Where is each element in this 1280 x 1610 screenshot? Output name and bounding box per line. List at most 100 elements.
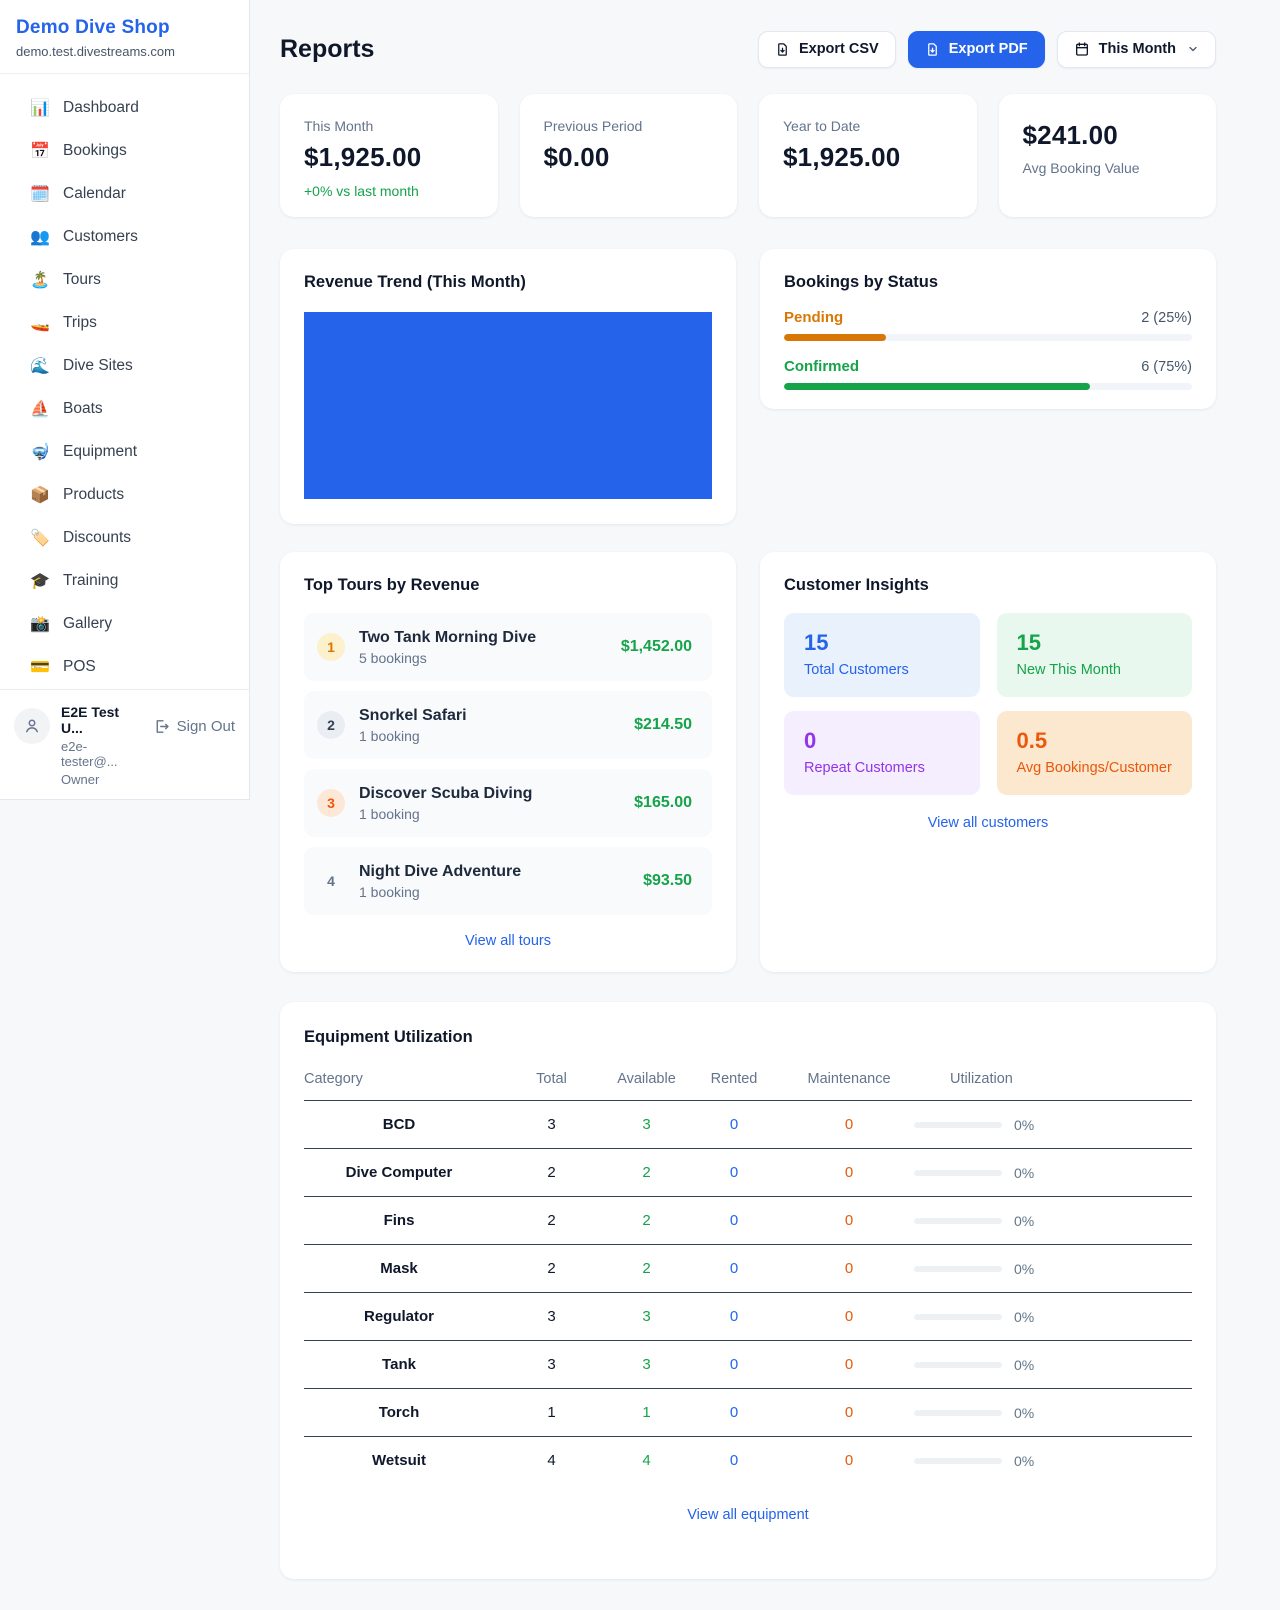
rank-badge: 3 bbox=[317, 789, 345, 817]
utilization-percent: 0% bbox=[1014, 1309, 1034, 1325]
utilization-bar bbox=[914, 1314, 1002, 1320]
tile-label: Repeat Customers bbox=[804, 760, 960, 776]
shop-header: Demo Dive Shop demo.test.divestreams.com bbox=[0, 0, 249, 74]
stat-label: Year to Date bbox=[783, 118, 953, 134]
sidebar-item-label: Gallery bbox=[63, 615, 112, 633]
avatar bbox=[14, 708, 50, 744]
tile-label: Avg Bookings/Customer bbox=[1017, 760, 1173, 776]
view-all-tours-link[interactable]: View all tours bbox=[304, 933, 712, 949]
tag-icon: 🏷️ bbox=[30, 528, 50, 548]
sidebar-item-trips[interactable]: 🚤 Trips bbox=[8, 301, 241, 344]
sidebar-item-products[interactable]: 📦 Products bbox=[8, 473, 241, 516]
cell-total: 3 bbox=[494, 1101, 609, 1149]
user-info: E2E Test U... e2e-tester@... Owner bbox=[61, 702, 142, 787]
cell-category: Fins bbox=[304, 1197, 494, 1245]
tile-repeat-customers: 0 Repeat Customers bbox=[784, 711, 980, 795]
cell-rented: 0 bbox=[684, 1293, 784, 1341]
revenue-trend-title: Revenue Trend (This Month) bbox=[304, 273, 712, 292]
sidebar-item-boats[interactable]: ⛵ Boats bbox=[8, 387, 241, 430]
shop-name: Demo Dive Shop bbox=[16, 17, 233, 39]
status-label-pending: Pending bbox=[784, 309, 843, 326]
tour-revenue: $1,452.00 bbox=[621, 638, 692, 656]
sidebar-item-discounts[interactable]: 🏷️ Discounts bbox=[8, 516, 241, 559]
cell-maintenance: 0 bbox=[784, 1245, 914, 1293]
sidebar-item-label: Dashboard bbox=[63, 99, 139, 117]
status-count-pending: 2 (25%) bbox=[1141, 310, 1192, 326]
cell-available: 2 bbox=[609, 1245, 684, 1293]
cell-rented: 0 bbox=[684, 1197, 784, 1245]
sidebar-item-training[interactable]: 🎓 Training bbox=[8, 559, 241, 602]
cell-maintenance: 0 bbox=[784, 1149, 914, 1197]
sidebar-item-dashboard[interactable]: 📊 Dashboard bbox=[8, 86, 241, 129]
sidebar-item-equipment[interactable]: 🤿 Equipment bbox=[8, 430, 241, 473]
cell-category: Dive Computer bbox=[304, 1149, 494, 1197]
cell-maintenance: 0 bbox=[784, 1389, 914, 1437]
sidebar-item-label: Customers bbox=[63, 228, 138, 246]
table-row: Wetsuit 4 4 0 0 0% bbox=[304, 1437, 1192, 1485]
sidebar-item-pos[interactable]: 💳 POS bbox=[8, 645, 241, 688]
period-dropdown[interactable]: This Month bbox=[1057, 31, 1216, 68]
sidebar-item-calendar[interactable]: 🗓️ Calendar bbox=[8, 172, 241, 215]
table-row: Tank 3 3 0 0 0% bbox=[304, 1341, 1192, 1389]
status-row-confirmed: Confirmed 6 (75%) bbox=[784, 358, 1192, 375]
cell-utilization: 0% bbox=[914, 1437, 1192, 1485]
diving-mask-icon: 🤿 bbox=[30, 442, 50, 462]
tour-row: 1 Two Tank Morning Dive 5 bookings $1,45… bbox=[304, 613, 712, 681]
bookings-by-status-title: Bookings by Status bbox=[784, 273, 1192, 292]
sidebar-item-gallery[interactable]: 📸 Gallery bbox=[8, 602, 241, 645]
col-utilization: Utilization bbox=[914, 1063, 1192, 1101]
status-label-confirmed: Confirmed bbox=[784, 358, 859, 375]
page-title: Reports bbox=[280, 35, 374, 64]
cell-available: 1 bbox=[609, 1389, 684, 1437]
tile-new-this-month: 15 New This Month bbox=[997, 613, 1193, 697]
utilization-bar bbox=[914, 1362, 1002, 1368]
header-actions: Export CSV Export PDF This Month bbox=[758, 31, 1216, 68]
status-bar-fill-pending bbox=[784, 334, 886, 341]
revenue-trend-chart bbox=[304, 312, 712, 499]
status-bar-confirmed bbox=[784, 383, 1192, 390]
utilization-percent: 0% bbox=[1014, 1453, 1034, 1469]
stat-label: This Month bbox=[304, 118, 474, 134]
tour-bookings: 1 booking bbox=[359, 728, 467, 744]
view-all-customers-link[interactable]: View all customers bbox=[784, 815, 1192, 831]
sign-out-button[interactable]: Sign Out bbox=[153, 718, 235, 735]
utilization-percent: 0% bbox=[1014, 1165, 1034, 1181]
tour-revenue: $165.00 bbox=[634, 794, 692, 812]
stat-label: Previous Period bbox=[544, 118, 714, 134]
tour-row: 2 Snorkel Safari 1 booking $214.50 bbox=[304, 691, 712, 759]
table-row: Regulator 3 3 0 0 0% bbox=[304, 1293, 1192, 1341]
tour-bookings: 1 booking bbox=[359, 806, 532, 822]
equipment-utilization-title: Equipment Utilization bbox=[304, 1028, 1192, 1047]
sidebar-item-tours[interactable]: 🏝️ Tours bbox=[8, 258, 241, 301]
sidebar-item-dive-sites[interactable]: 🌊 Dive Sites bbox=[8, 344, 241, 387]
sidebar-item-customers[interactable]: 👥 Customers bbox=[8, 215, 241, 258]
customers-icon: 👥 bbox=[30, 227, 50, 247]
cell-total: 2 bbox=[494, 1245, 609, 1293]
sidebar-item-label: Discounts bbox=[63, 529, 131, 547]
camera-icon: 📸 bbox=[30, 614, 50, 634]
export-pdf-button[interactable]: Export PDF bbox=[908, 31, 1045, 68]
equipment-table-header: Category Total Available Rented Maintena… bbox=[304, 1063, 1192, 1101]
stat-value: $1,925.00 bbox=[304, 142, 474, 173]
cell-available: 3 bbox=[609, 1293, 684, 1341]
export-csv-button[interactable]: Export CSV bbox=[758, 31, 896, 68]
charts-row: Revenue Trend (This Month) Bookings by S… bbox=[280, 249, 1216, 524]
package-icon: 📦 bbox=[30, 485, 50, 505]
view-all-equipment-link[interactable]: View all equipment bbox=[304, 1507, 1192, 1523]
stats-row: This Month $1,925.00 +0% vs last month P… bbox=[280, 94, 1216, 217]
dashboard-icon: 📊 bbox=[30, 98, 50, 118]
tile-label: Total Customers bbox=[804, 662, 960, 678]
tour-revenue: $214.50 bbox=[634, 716, 692, 734]
cell-rented: 0 bbox=[684, 1437, 784, 1485]
utilization-percent: 0% bbox=[1014, 1357, 1034, 1373]
status-count-confirmed: 6 (75%) bbox=[1141, 359, 1192, 375]
sidebar-item-label: Training bbox=[63, 572, 118, 590]
credit-card-icon: 💳 bbox=[30, 657, 50, 677]
col-available: Available bbox=[609, 1063, 684, 1101]
export-pdf-label: Export PDF bbox=[949, 41, 1028, 57]
cell-category: Tank bbox=[304, 1341, 494, 1389]
sidebar-item-bookings[interactable]: 📅 Bookings bbox=[8, 129, 241, 172]
stat-card-year-to-date: Year to Date $1,925.00 bbox=[759, 94, 977, 217]
file-download-icon bbox=[925, 42, 940, 57]
chevron-down-icon bbox=[1187, 43, 1199, 55]
